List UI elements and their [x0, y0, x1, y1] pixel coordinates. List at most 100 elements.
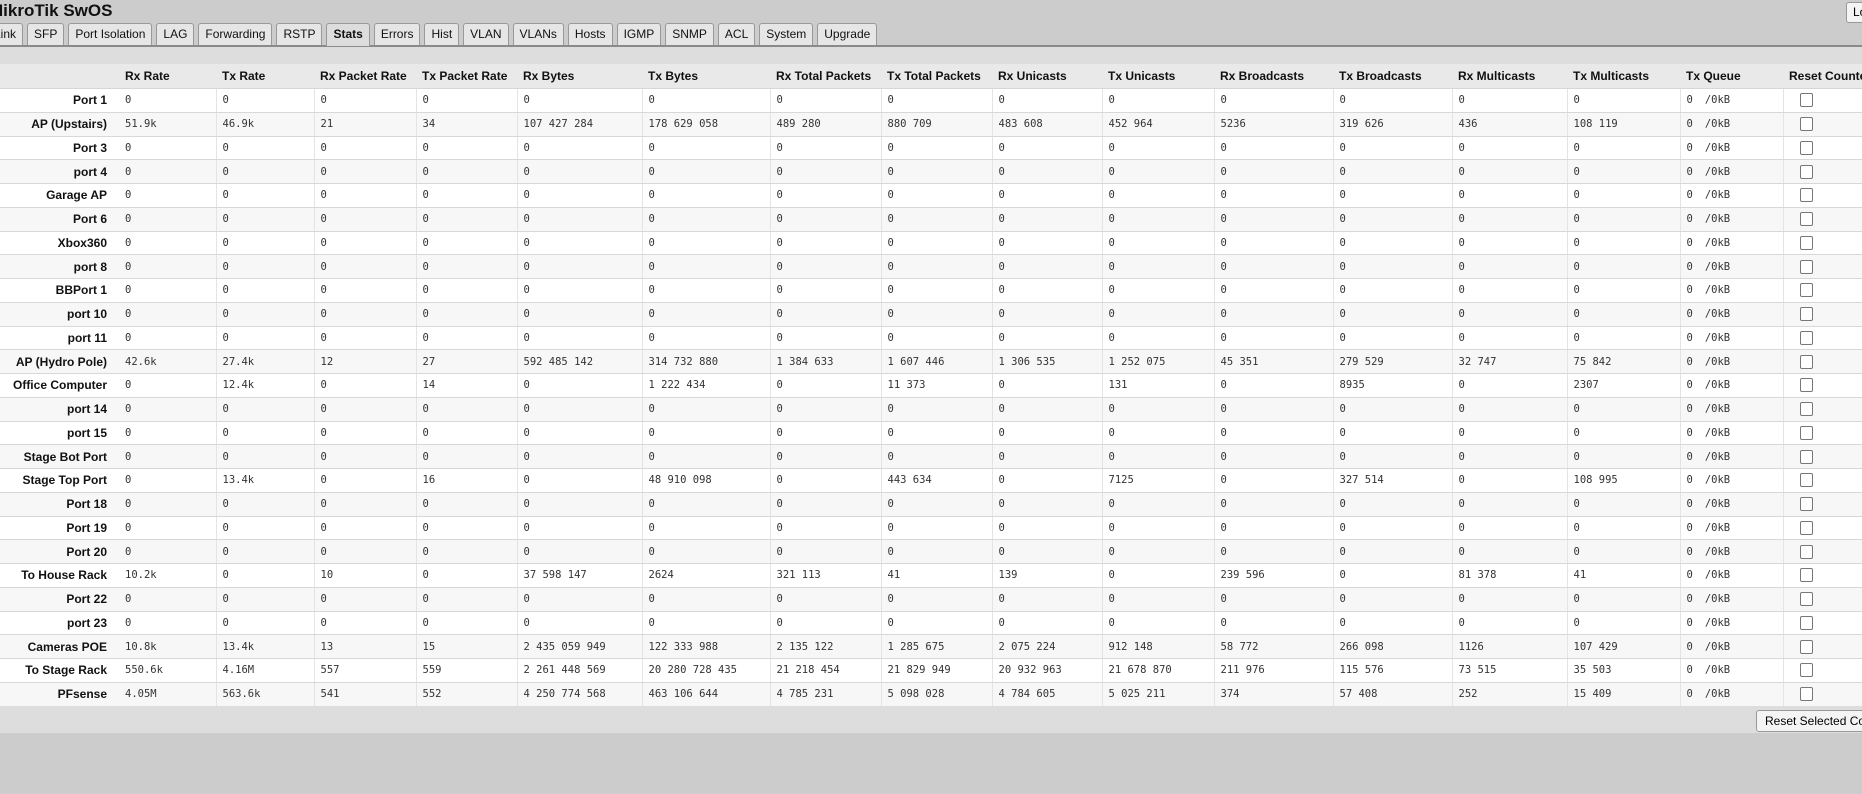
cell-rx-total-packets: 0: [770, 611, 882, 636]
cell-rx-unicasts: 0: [992, 136, 1103, 161]
port-name: AP (Upstairs): [0, 112, 119, 137]
cell-tx-broadcasts: 0: [1333, 492, 1453, 517]
cell-tx-packet-rate: 0: [416, 492, 518, 517]
reset-counter-checkbox[interactable]: [1799, 140, 1813, 155]
tab-lag[interactable]: LAG: [156, 23, 195, 45]
cell-tx-multicasts: 0: [1567, 88, 1681, 113]
reset-counter-checkbox[interactable]: [1799, 164, 1813, 179]
cell-reset-counters: [1783, 207, 1862, 232]
reset-counter-checkbox[interactable]: [1799, 402, 1813, 417]
tab-hosts[interactable]: Hosts: [567, 23, 613, 45]
cell-rx-multicasts: 0: [1452, 207, 1568, 232]
cell-tx-broadcasts: 0: [1333, 278, 1453, 303]
cell-tx-unicasts: 0: [1102, 183, 1215, 208]
cell-tx-rate: 0: [216, 278, 315, 303]
cell-rx-total-packets: 0: [770, 254, 882, 279]
reset-counter-checkbox[interactable]: [1799, 425, 1813, 440]
cell-tx-broadcasts: 0: [1333, 516, 1453, 541]
tab-sfp[interactable]: SFP: [27, 23, 65, 45]
tab-rstp[interactable]: RSTP: [276, 23, 323, 45]
table-row: Port 19 0 0 0 0 0 0 0 0 0 0 0 0 0 0 0/0kB: [0, 516, 1862, 541]
cell-rx-bytes: 0: [517, 492, 643, 517]
reset-counter-checkbox[interactable]: [1799, 520, 1813, 535]
cell-rx-multicasts: 0: [1452, 421, 1568, 446]
cell-tx-broadcasts: 0: [1333, 136, 1453, 161]
cell-rx-multicasts: 0: [1452, 468, 1568, 493]
tx-queue-size: /0kB: [1704, 474, 1731, 487]
column-header-tx-bytes: Tx Bytes: [642, 64, 770, 89]
reset-selected-counters-button[interactable]: Reset Selected Counters: [1756, 710, 1862, 732]
tx-queue-size: /0kB: [1704, 331, 1731, 344]
cell-tx-packet-rate: 0: [416, 254, 518, 279]
port-name: port 11: [0, 326, 119, 351]
cell-tx-bytes: 20 280 728 435: [642, 658, 771, 683]
reset-counter-checkbox[interactable]: [1799, 307, 1813, 322]
cell-tx-multicasts: 0: [1567, 611, 1681, 636]
reset-counter-checkbox[interactable]: [1799, 93, 1813, 108]
tab-hist[interactable]: Hist: [424, 23, 460, 45]
reset-counter-checkbox[interactable]: [1799, 615, 1813, 630]
cell-tx-rate: 0: [216, 302, 315, 327]
cell-tx-unicasts: 0: [1102, 587, 1215, 612]
cell-rx-multicasts: 0: [1452, 88, 1568, 113]
reset-counter-checkbox[interactable]: [1799, 259, 1813, 274]
cell-rx-bytes: 0: [517, 444, 643, 469]
cell-rx-total-packets: 0: [770, 516, 882, 541]
cell-tx-multicasts: 108 119: [1567, 112, 1681, 137]
reset-counter-checkbox[interactable]: [1799, 449, 1813, 464]
tab-port-isolation[interactable]: Port Isolation: [68, 23, 153, 45]
reset-counter-checkbox[interactable]: [1799, 592, 1813, 607]
logout-button[interactable]: Logout: [1846, 2, 1862, 23]
tab-igmp[interactable]: IGMP: [616, 23, 662, 45]
reset-counter-checkbox[interactable]: [1799, 473, 1813, 488]
cell-rx-unicasts: 0: [992, 254, 1103, 279]
reset-counter-checkbox[interactable]: [1799, 188, 1813, 203]
reset-counter-checkbox[interactable]: [1799, 354, 1813, 369]
tab-vlan[interactable]: VLAN: [463, 23, 509, 45]
reset-counter-checkbox[interactable]: [1799, 663, 1813, 678]
port-name: Office Computer: [0, 373, 119, 398]
tab-link[interactable]: Link: [0, 23, 24, 45]
cell-rx-broadcasts: 0: [1214, 444, 1334, 469]
reset-counter-checkbox[interactable]: [1799, 330, 1813, 345]
tab-errors[interactable]: Errors: [373, 23, 421, 45]
cell-tx-queue: 0/0kB: [1680, 349, 1784, 374]
cell-tx-total-packets: 1 607 446: [881, 349, 993, 374]
cell-rx-rate: 10.8k: [119, 634, 217, 659]
column-header-port: [0, 64, 119, 89]
tab-forwarding[interactable]: Forwarding: [198, 23, 273, 45]
table-row: port 11 0 0 0 0 0 0 0 0 0 0 0 0 0 0 0/0kB: [0, 326, 1862, 351]
tab-snmp[interactable]: SNMP: [665, 23, 714, 45]
cell-tx-packet-rate: 0: [416, 88, 518, 113]
cell-rx-rate: 0: [119, 326, 217, 351]
cell-tx-rate: 0: [216, 587, 315, 612]
cell-rx-bytes: 0: [517, 421, 643, 446]
reset-counter-checkbox[interactable]: [1799, 497, 1813, 512]
reset-counter-checkbox[interactable]: [1799, 544, 1813, 559]
cell-tx-queue: 0/0kB: [1680, 587, 1784, 612]
reset-counter-checkbox[interactable]: [1799, 568, 1813, 583]
tab-acl[interactable]: ACL: [717, 23, 756, 45]
table-row: To Stage Rack 550.6k 4.16M 557 559 2 261 448 …: [0, 658, 1862, 683]
cell-tx-bytes: 0: [642, 421, 771, 446]
cell-tx-bytes: 0: [642, 302, 771, 327]
tab-stats[interactable]: Stats: [326, 23, 370, 46]
cell-tx-packet-rate: 16: [416, 468, 518, 493]
cell-tx-bytes: 0: [642, 207, 771, 232]
reset-counter-checkbox[interactable]: [1799, 639, 1813, 654]
reset-counter-checkbox[interactable]: [1799, 117, 1813, 132]
tab-system[interactable]: System: [759, 23, 814, 45]
cell-rx-multicasts: 0: [1452, 302, 1568, 327]
cell-tx-broadcasts: 57 408: [1333, 682, 1453, 707]
reset-counter-checkbox[interactable]: [1799, 283, 1813, 298]
cell-rx-multicasts: 0: [1452, 444, 1568, 469]
reset-counter-checkbox[interactable]: [1799, 212, 1813, 227]
reset-counter-checkbox[interactable]: [1799, 687, 1813, 702]
cell-tx-bytes: 0: [642, 159, 771, 184]
tab-vlans[interactable]: VLANs: [512, 23, 564, 45]
cell-rx-packet-rate: 0: [314, 587, 417, 612]
reset-counter-checkbox[interactable]: [1799, 235, 1813, 250]
reset-counter-checkbox[interactable]: [1799, 378, 1813, 393]
cell-rx-unicasts: 4 784 605: [992, 682, 1103, 707]
tab-upgrade[interactable]: Upgrade: [817, 23, 878, 45]
